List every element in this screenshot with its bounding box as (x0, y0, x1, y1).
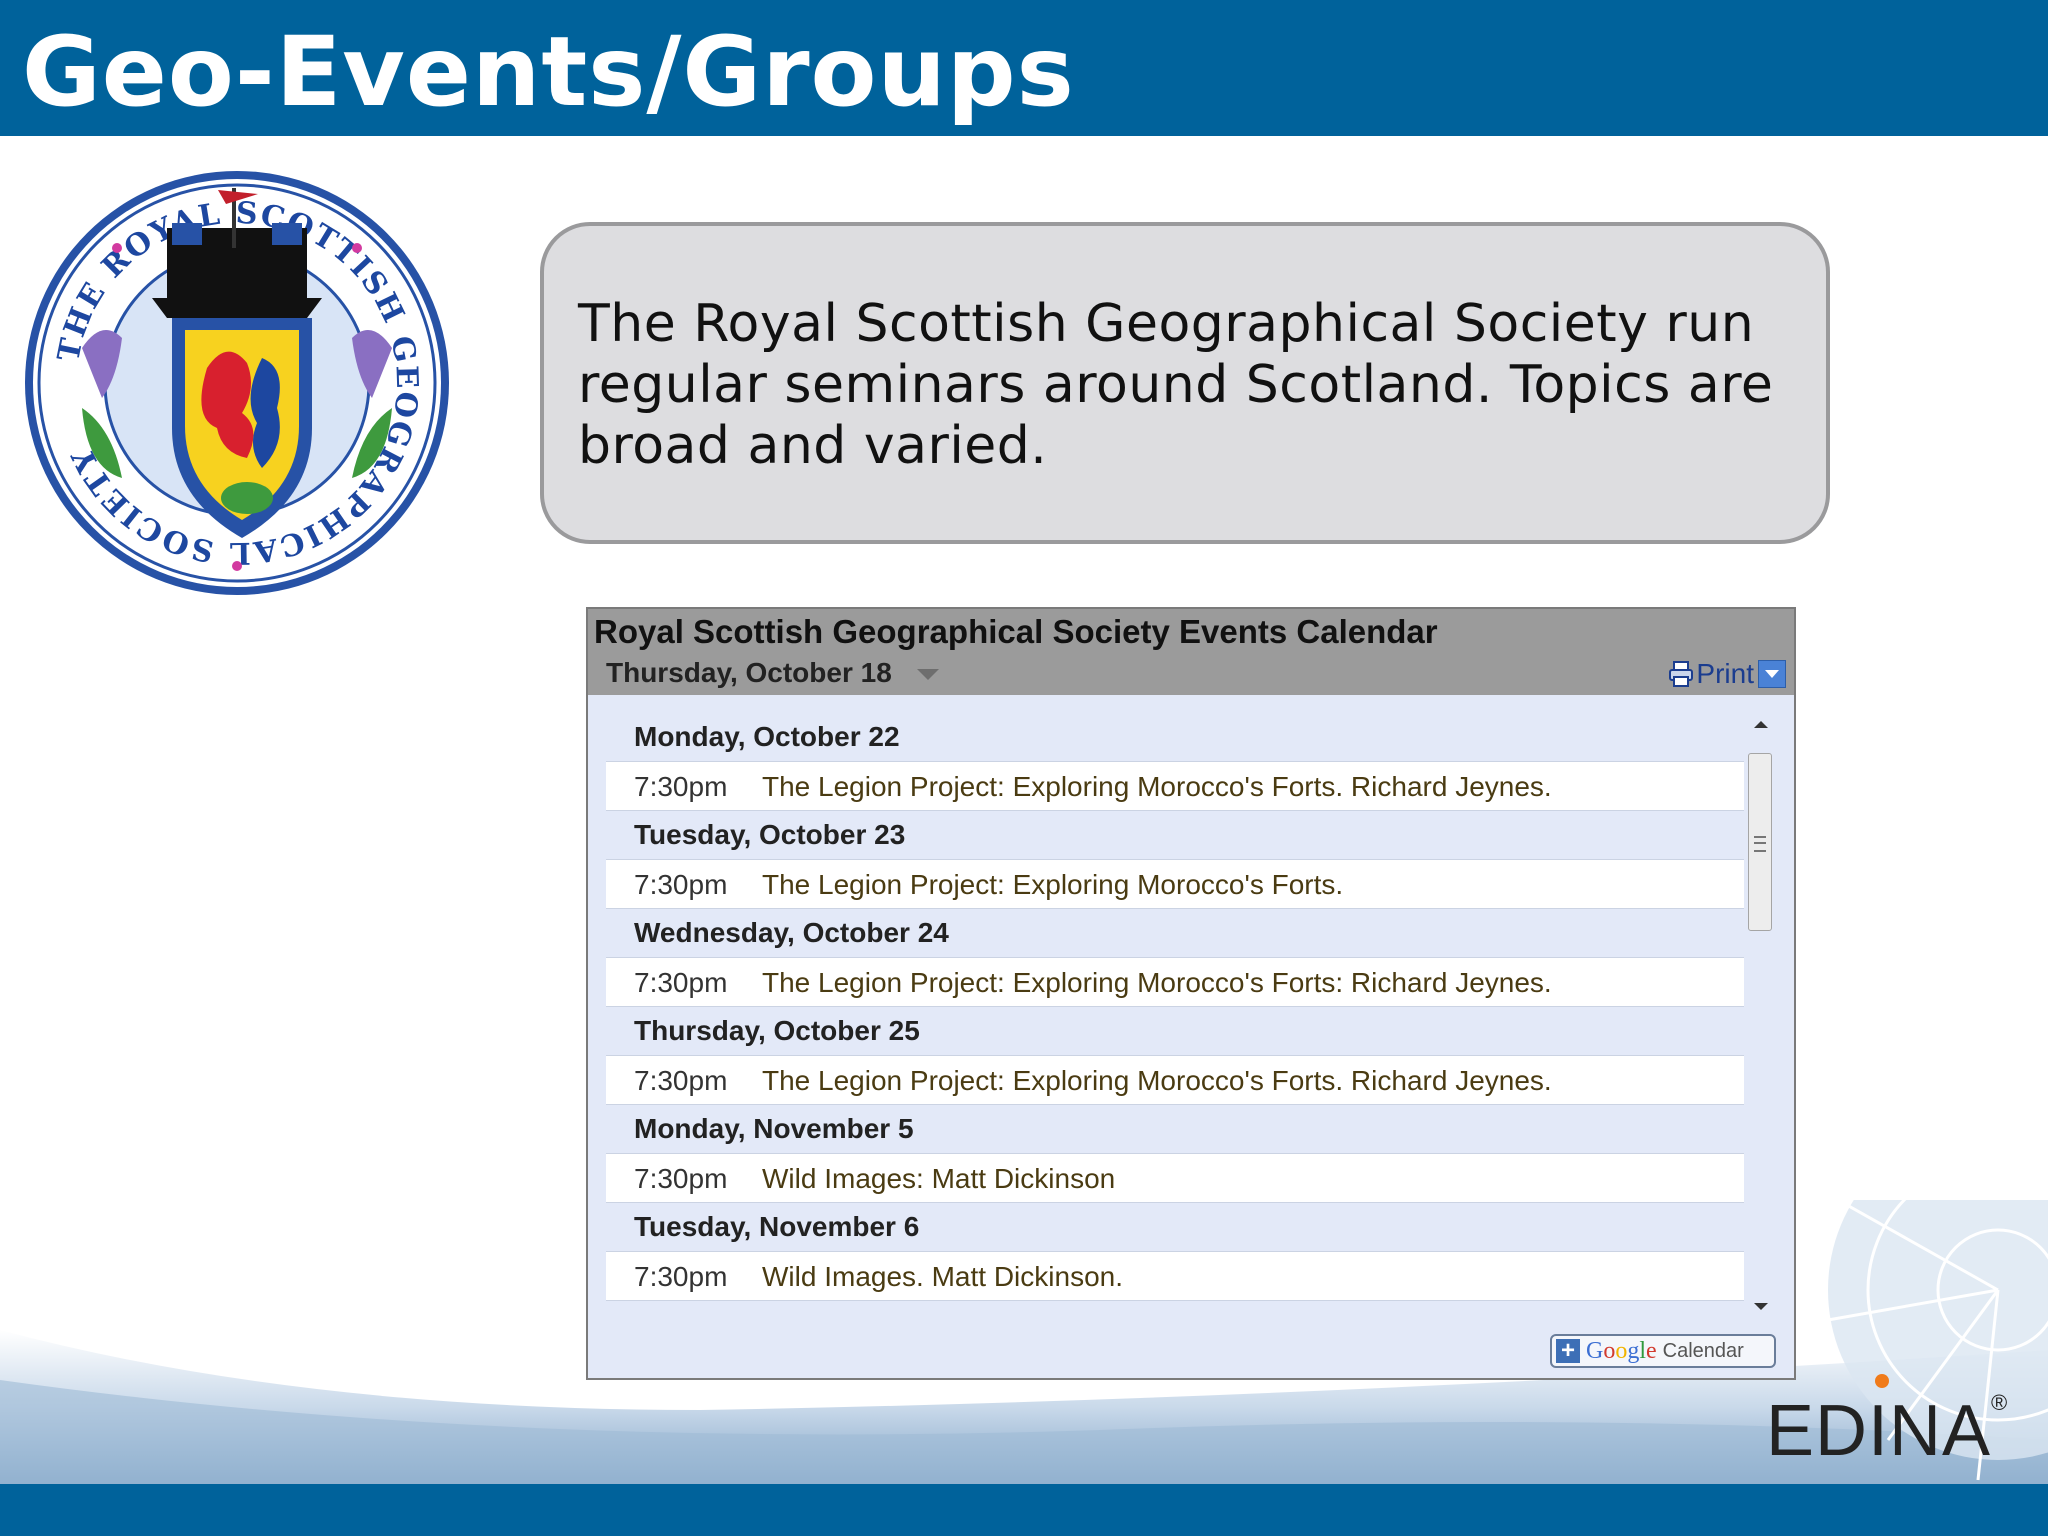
event-time: 7:30pm (634, 1065, 728, 1096)
event-title[interactable]: Wild Images. Matt Dickinson. (762, 1261, 1123, 1292)
current-date-selector[interactable]: Thursday, October 18 (606, 657, 892, 689)
events-list: Monday, October 22 7:30pm The Legion Proj… (606, 713, 1744, 1301)
event-title[interactable]: The Legion Project: Exploring Morocco's … (762, 967, 1552, 998)
event-item[interactable]: 7:30pm Wild Images: Matt Dickinson (606, 1153, 1744, 1203)
event-item[interactable]: 7:30pm Wild Images. Matt Dickinson. (606, 1251, 1744, 1301)
event-item[interactable]: 7:30pm The Legion Project: Exploring Moro… (606, 859, 1744, 909)
event-time: 7:30pm (634, 1163, 728, 1194)
slide-title: Geo-Events/Groups (22, 16, 1075, 128)
edina-dot-icon (1875, 1374, 1889, 1388)
event-time: 7:30pm (634, 967, 728, 998)
event-title[interactable]: The Legion Project: Exploring Morocco's … (762, 869, 1343, 900)
event-title[interactable]: The Legion Project: Exploring Morocco's … (762, 771, 1552, 802)
dropdown-icon[interactable] (1758, 660, 1786, 688)
print-button[interactable]: Print (1668, 657, 1786, 691)
event-title[interactable]: The Legion Project: Exploring Morocco's … (762, 1065, 1552, 1096)
seal-logo: THE ROYAL SCOTTISH GEOGRAPHICAL SOCIETY (25, 171, 449, 595)
scrollbar-thumb[interactable] (1748, 753, 1772, 931)
day-heading: Thursday, October 25 (606, 1007, 1744, 1055)
callout-box: The Royal Scottish Geographical Society … (540, 222, 1830, 544)
event-item[interactable]: 7:30pm The Legion Project: Exploring Moro… (606, 1055, 1744, 1105)
event-title[interactable]: Wild Images: Matt Dickinson (762, 1163, 1115, 1194)
events-calendar-widget: Royal Scottish Geographical Society Even… (586, 607, 1796, 1380)
day-heading: Monday, November 5 (606, 1105, 1744, 1153)
event-item[interactable]: 7:30pm The Legion Project: Exploring Moro… (606, 957, 1744, 1007)
calendar-header: Royal Scottish Geographical Society Even… (588, 609, 1794, 695)
scroll-up-icon[interactable] (1754, 721, 1768, 728)
add-to-google-calendar-button[interactable]: + Google Calendar (1550, 1334, 1776, 1368)
edina-logo-text: EDINA (1766, 1391, 1992, 1471)
callout-text: The Royal Scottish Geographical Society … (578, 294, 1774, 476)
calendar-label: Calendar (1662, 1339, 1744, 1362)
chevron-down-icon[interactable] (917, 669, 939, 680)
day-heading: Tuesday, November 6 (606, 1203, 1744, 1251)
scroll-down-icon[interactable] (1754, 1303, 1768, 1310)
event-time: 7:30pm (634, 1261, 728, 1292)
registered-mark: ® (1991, 1390, 2009, 1415)
day-heading: Monday, October 22 (606, 713, 1744, 761)
event-time: 7:30pm (634, 869, 728, 900)
event-time: 7:30pm (634, 771, 728, 802)
print-label: Print (1696, 658, 1754, 689)
slide-header: Geo-Events/Groups (0, 0, 2048, 136)
grip-icon (1754, 836, 1766, 852)
plus-icon: + (1556, 1339, 1580, 1363)
events-scrollbar[interactable] (1746, 713, 1776, 1318)
google-wordmark: Google (1586, 1337, 1657, 1364)
day-heading: Wednesday, October 24 (606, 909, 1744, 957)
event-item[interactable]: 7:30pm The Legion Project: Exploring Moro… (606, 761, 1744, 811)
slide-footer-bar (0, 1484, 2048, 1536)
printer-icon (1669, 661, 1694, 687)
edina-logo: EDINA® (1766, 1390, 2008, 1472)
calendar-title: Royal Scottish Geographical Society Even… (594, 613, 1438, 650)
day-heading: Tuesday, October 23 (606, 811, 1744, 859)
